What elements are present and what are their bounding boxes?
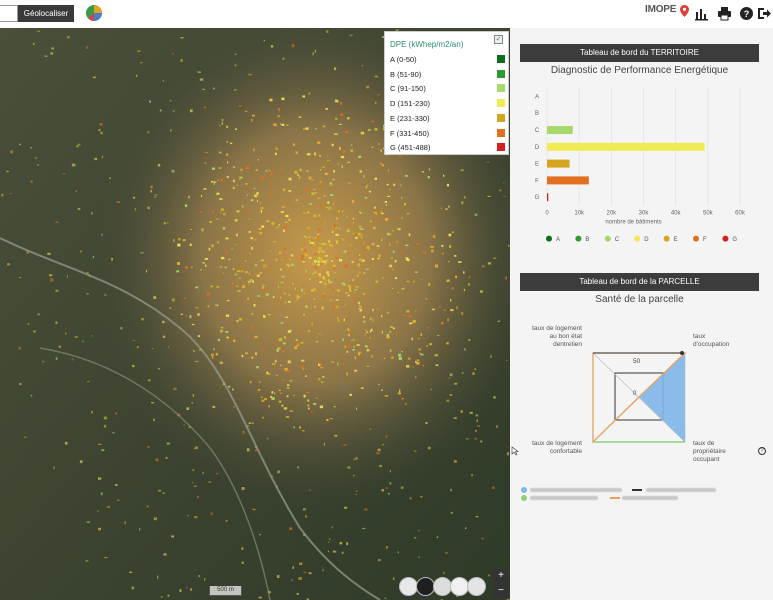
- radar-label-bottom-left: taux de logement confortable: [532, 440, 582, 455]
- radar-label-bottom-right: taux de propriétaire occupant: [693, 440, 726, 463]
- mouse-cursor-icon: [511, 446, 519, 456]
- legend-swatch: [497, 113, 505, 122]
- parcel-help-icon[interactable]: ?: [758, 447, 766, 455]
- radar-legend-line-black: [632, 489, 642, 491]
- legend-item-label: D (151-230): [390, 99, 431, 109]
- radar-tick-0: 0: [633, 391, 637, 397]
- radar-legend-dot-green: [521, 495, 527, 501]
- imope-logo[interactable]: IMOPE: [645, 4, 676, 15]
- legend-item: B (51-90): [390, 69, 505, 81]
- legend-checkbox[interactable]: ✓: [494, 35, 503, 44]
- map-pin-icon: [680, 5, 689, 17]
- radar-legend-label: [530, 496, 598, 500]
- legend-item: F (331-450): [390, 128, 505, 140]
- radar-label-top-right: taux d'occupation: [693, 333, 730, 348]
- legend-swatch: [497, 143, 505, 152]
- zoom-out-button[interactable]: −: [494, 584, 508, 598]
- legend-item-label: E (231-330): [390, 113, 430, 123]
- radar-legend-dot-blue: [521, 487, 527, 493]
- legend-item-label: A (0-50): [390, 55, 417, 64]
- radar-tick-50: 50: [633, 358, 641, 365]
- legend-item-label: G (451-488): [390, 143, 431, 153]
- legend-swatch: [497, 69, 505, 78]
- legend-title: DPE (kWhep/m2/an): [390, 40, 464, 49]
- legend-item-label: C (91-150): [390, 84, 426, 94]
- geolocate-button[interactable]: Géolocaliser: [18, 5, 74, 22]
- radar-legend-label: [530, 488, 622, 492]
- radar-legend-label: [622, 496, 678, 500]
- search-input[interactable]: [0, 5, 18, 22]
- help-icon[interactable]: ?: [739, 6, 754, 21]
- print-icon[interactable]: [717, 6, 732, 21]
- legend-swatch: [497, 55, 505, 63]
- legend-item: G (451-488): [390, 142, 505, 154]
- legend-item: D (151-230): [390, 98, 505, 110]
- logout-icon[interactable]: [757, 6, 772, 21]
- dpe-legend: DPE (kWhep/m2/an) ✓ A (0-50) B (51-90) C (…: [384, 31, 509, 155]
- legend-swatch: [497, 99, 505, 108]
- map-scale-bar: 500 m: [209, 586, 242, 596]
- legend-item-label: F (331-450): [390, 128, 430, 138]
- globe-icon[interactable]: [84, 3, 104, 23]
- parcel-radar-chart: 50 0: [592, 351, 687, 444]
- legend-item: E (231-330): [390, 113, 505, 125]
- top-toolbar: Géolocaliser IMOPE ?: [0, 0, 773, 28]
- bar-chart-icon[interactable]: [694, 6, 709, 21]
- dashboard-panel: Tableau de bord du TERRITOIRE Diagnostic…: [510, 28, 773, 600]
- legend-swatch: [497, 84, 505, 93]
- zoom-in-button[interactable]: +: [494, 569, 508, 583]
- satellite-map[interactable]: DPE (kWhep/m2/an) ✓ A (0-50) B (51-90) C (…: [0, 28, 510, 600]
- radar-legend-label: [646, 488, 716, 492]
- basemap-option-5[interactable]: [467, 577, 486, 596]
- legend-item-label: B (51-90): [390, 69, 422, 79]
- radar-legend-line-orange: [610, 497, 620, 499]
- svg-text:?: ?: [744, 9, 750, 19]
- legend-item: C (91-150): [390, 83, 505, 95]
- radar-label-top-left: taux de logement au bon état dentretien: [532, 325, 582, 348]
- legend-item: A (0-50): [390, 54, 505, 66]
- legend-swatch: [497, 128, 505, 137]
